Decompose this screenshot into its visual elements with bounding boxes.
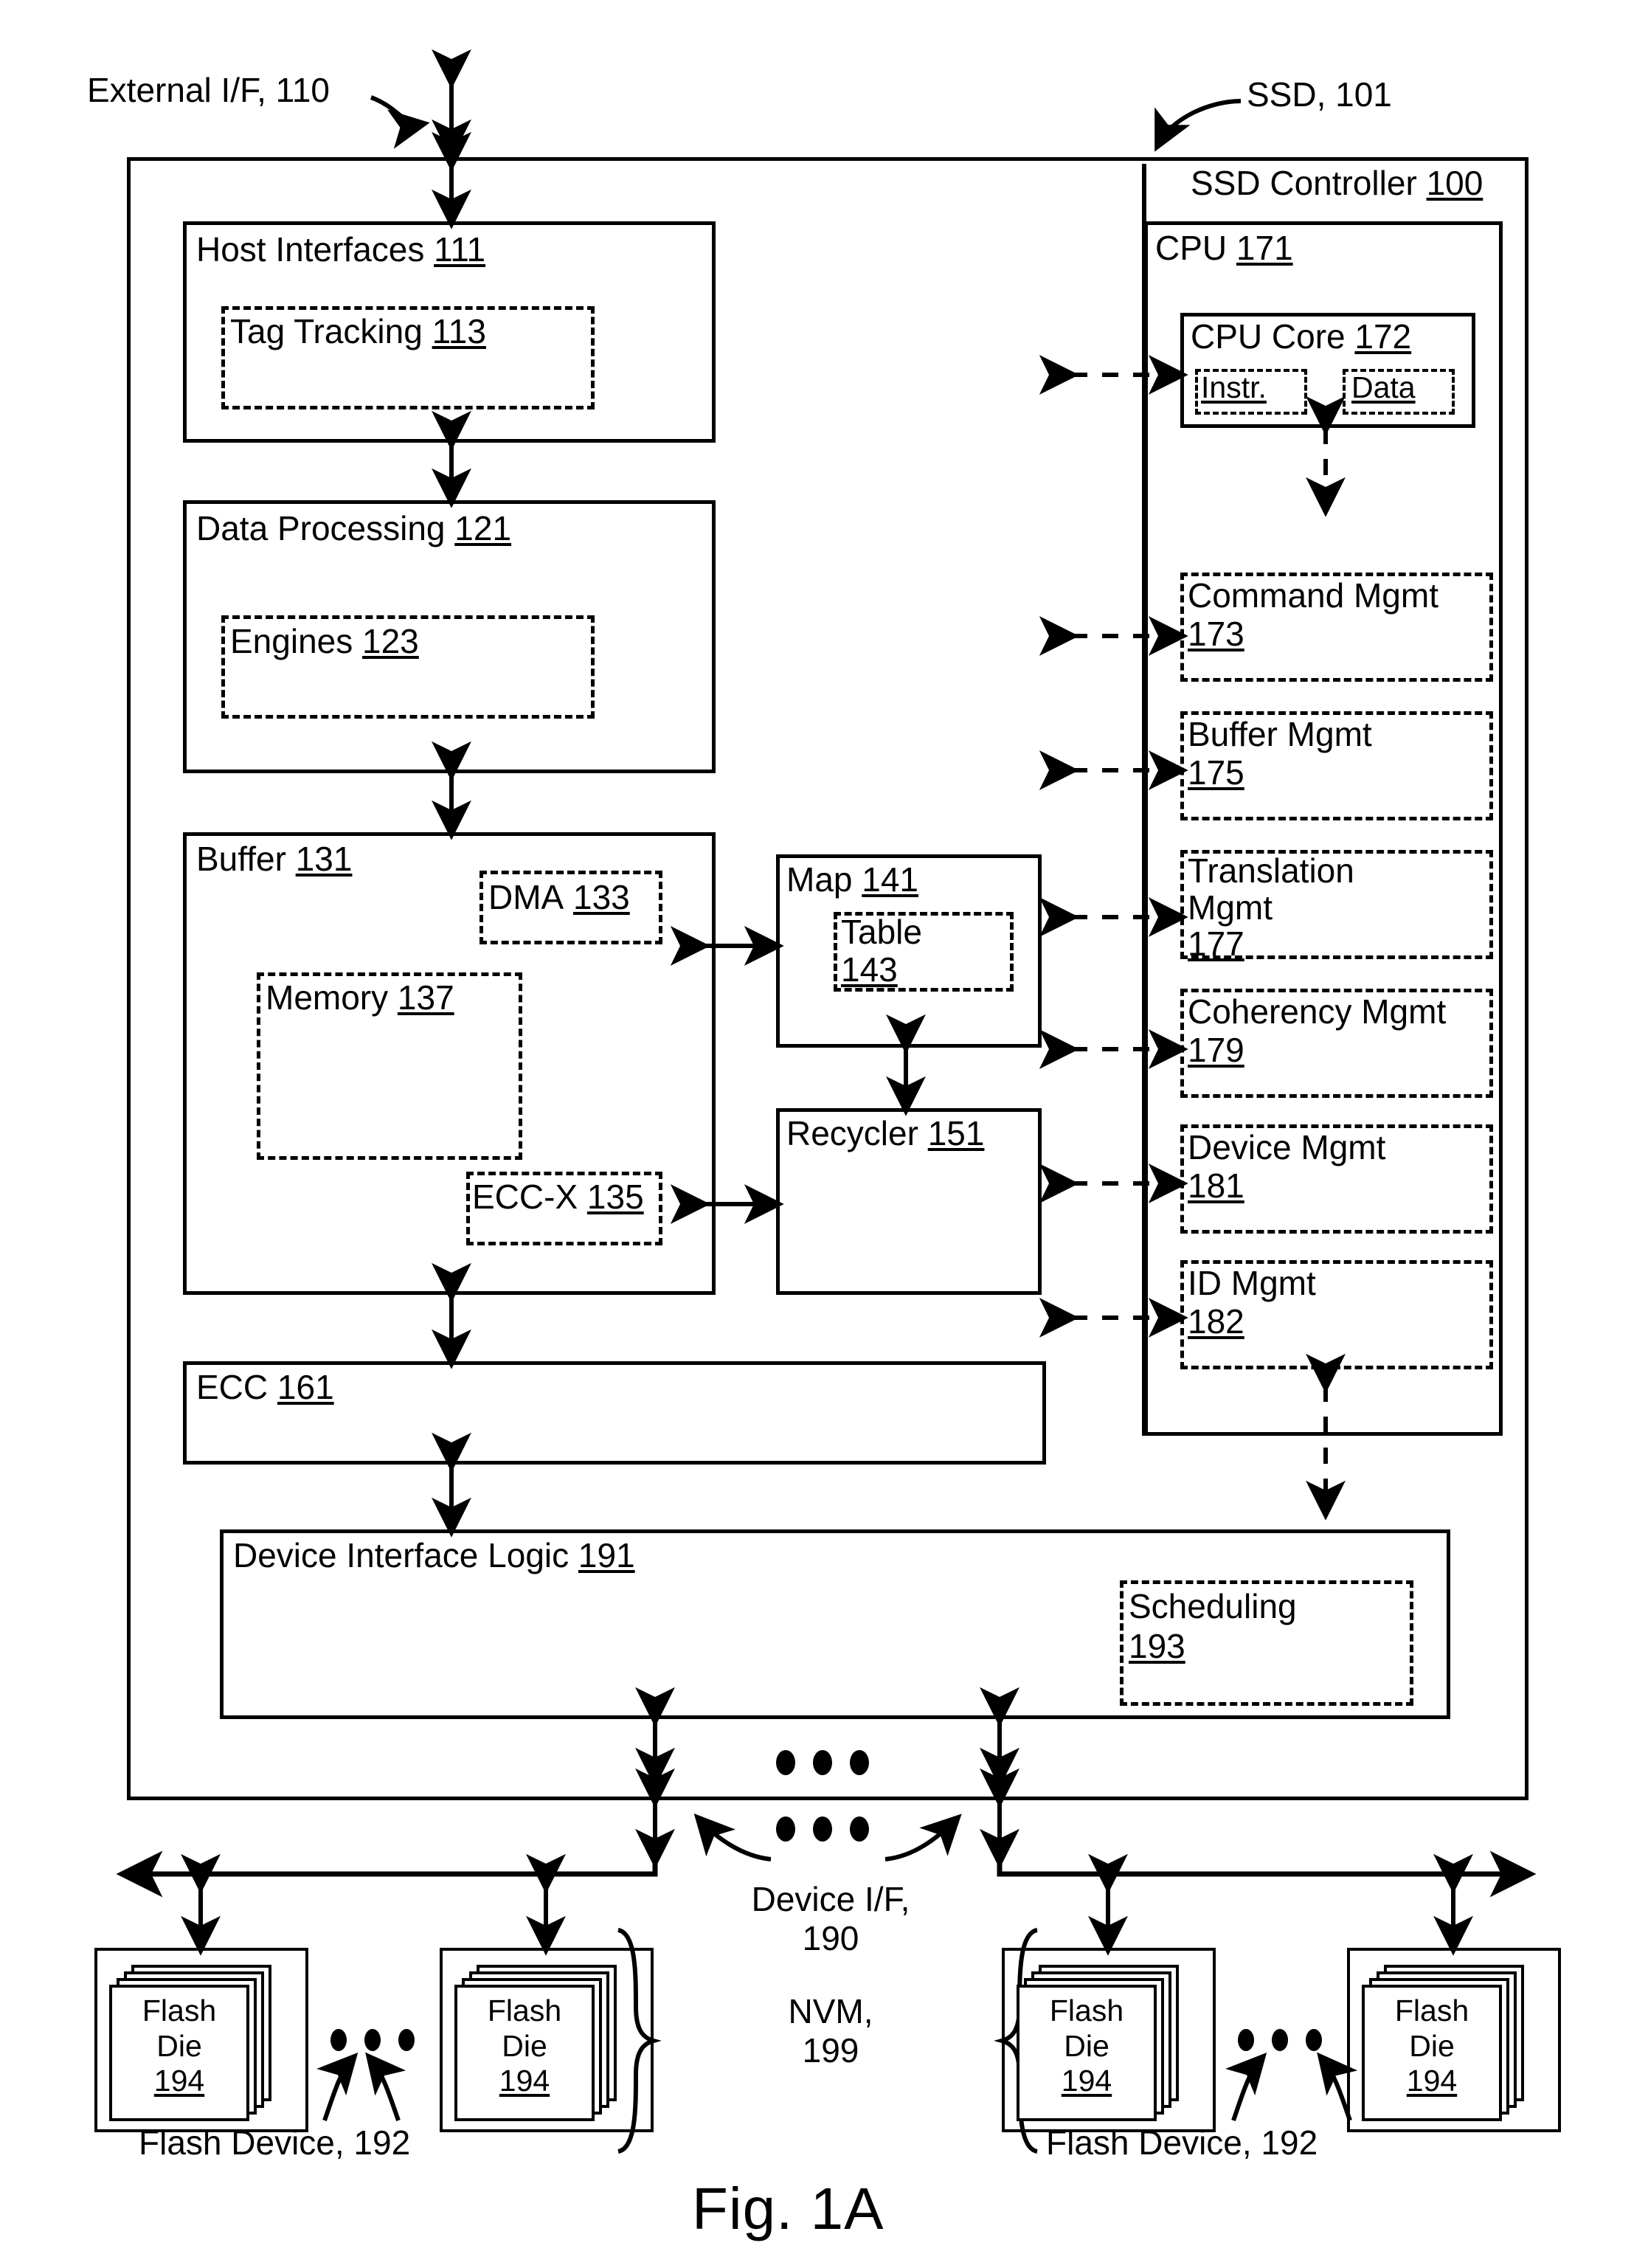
- flash-die-3-label: Flash Die 194: [1049, 1994, 1124, 2098]
- id-mgmt-label: ID Mgmt 182: [1188, 1264, 1316, 1341]
- flash-device-dots-left: [330, 2029, 415, 2051]
- figure-caption: Fig. 1A: [692, 2176, 884, 2241]
- device-if-dots-upper: [776, 1750, 869, 1775]
- external-if-label: External I/F, 110: [87, 71, 330, 109]
- engines-label: Engines 123: [230, 622, 419, 660]
- device-interface-logic-label: Device Interface Logic 191: [233, 1536, 635, 1574]
- map-label: Map 141: [786, 860, 919, 899]
- nvm-label: NVM, 199: [788, 1992, 873, 2070]
- command-mgmt-label: Command Mgmt 173: [1188, 576, 1438, 653]
- flash-device-dots-right: [1238, 2029, 1322, 2051]
- cpu-core-label: CPU Core 172: [1191, 317, 1412, 356]
- flash-device-left-caption: Flash Device, 192: [139, 2123, 411, 2162]
- patent-figure-1a: SSD Controller 100 External I/F, 110 SSD…: [0, 0, 1648, 2268]
- flash-die-2-label: Flash Die 194: [487, 1994, 562, 2098]
- buffer-mgmt-label: Buffer Mgmt 175: [1188, 715, 1372, 792]
- ssd-controller-title: SSD Controller 100: [1191, 164, 1483, 202]
- instr-cache-label: Instr.: [1201, 370, 1267, 404]
- cpu-label: CPU 171: [1155, 229, 1293, 267]
- data-processing-label: Data Processing 121: [196, 509, 512, 547]
- scheduling-label: Scheduling 193: [1129, 1587, 1297, 1666]
- flash-die-1-label: Flash Die 194: [142, 1994, 217, 2098]
- table-label: Table 143: [841, 913, 922, 989]
- host-interfaces-label: Host Interfaces 111: [196, 230, 486, 269]
- coherency-mgmt-label: Coherency Mgmt 179: [1188, 992, 1447, 1069]
- ecc-label: ECC 161: [196, 1368, 334, 1406]
- buffer-label: Buffer 131: [196, 840, 353, 878]
- flash-device-right-caption: Flash Device, 192: [1046, 2123, 1318, 2162]
- flash-die-4-label: Flash Die 194: [1394, 1994, 1469, 2098]
- device-mgmt-label: Device Mgmt 181: [1188, 1128, 1386, 1205]
- dma-label: DMA 133: [488, 878, 630, 916]
- memory-label: Memory 137: [266, 978, 454, 1017]
- data-cache-label: Data: [1351, 370, 1416, 404]
- ssd-label: SSD, 101: [1247, 75, 1392, 114]
- ecc-x-label: ECC-X 135: [472, 1178, 644, 1216]
- device-if-label: Device I/F, 190: [751, 1880, 910, 1957]
- recycler-label: Recycler 151: [786, 1114, 985, 1152]
- tag-tracking-label: Tag Tracking 113: [230, 312, 486, 350]
- device-if-dots-lower: [776, 1816, 869, 1842]
- translation-mgmt-label: Translation Mgmt 177: [1188, 851, 1354, 964]
